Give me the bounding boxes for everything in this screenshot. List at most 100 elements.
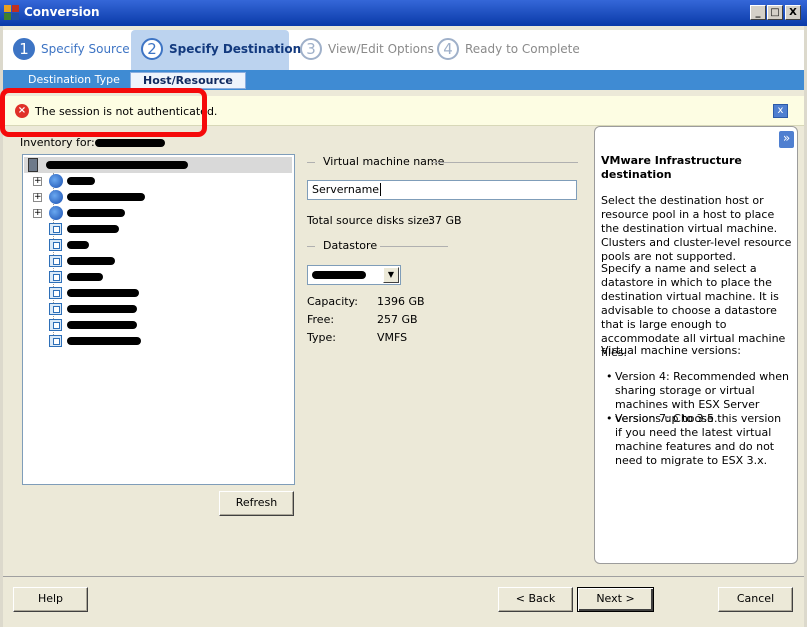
vm-name-section-title: Virtual machine name <box>323 155 445 168</box>
host-icon <box>49 174 63 188</box>
step-ready-to-complete[interactable]: 4 Ready to Complete <box>427 30 580 70</box>
tree-item-vm[interactable] <box>27 237 287 253</box>
vm-icon <box>49 239 62 251</box>
section-divider <box>432 162 578 163</box>
redacted-text <box>95 139 165 147</box>
chevron-down-icon[interactable]: ▼ <box>383 267 399 283</box>
inventory-tree[interactable]: + + + <box>22 154 295 485</box>
step-number-icon: 1 <box>13 38 35 60</box>
help-button[interactable]: Help <box>13 587 88 612</box>
step-label: Specify Source <box>41 42 130 56</box>
inventory-label-text: Inventory for: <box>20 136 95 149</box>
datastore-select[interactable]: ▼ <box>307 265 401 285</box>
title-bar: Conversion _ □ X <box>0 0 807 26</box>
minimize-button[interactable]: _ <box>750 5 766 20</box>
collapse-icon[interactable]: » <box>779 131 794 148</box>
step-specify-source[interactable]: 1 Specify Source <box>3 30 130 70</box>
step-specify-destination[interactable]: 2 Specify Destination <box>131 30 301 70</box>
tree-item-vm[interactable] <box>27 269 287 285</box>
redacted-text <box>46 161 188 169</box>
vm-icon <box>49 271 62 283</box>
expand-icon[interactable]: + <box>33 193 42 202</box>
datastore-section-title: Datastore <box>323 239 378 252</box>
maximize-button[interactable]: □ <box>767 5 783 20</box>
help-title: VMware Infrastructure destination <box>601 154 742 181</box>
server-icon <box>28 158 38 172</box>
vm-name-value: Servername <box>312 183 380 196</box>
host-icon <box>49 190 63 204</box>
sub-tab-bar: Destination Type Host/Resource <box>3 70 804 90</box>
step-view-edit-options[interactable]: 3 View/Edit Options <box>290 30 434 70</box>
tree-item-vm[interactable] <box>27 221 287 237</box>
tree-item-vm[interactable] <box>27 301 287 317</box>
expand-icon[interactable]: + <box>33 177 42 186</box>
redacted-text <box>312 271 366 279</box>
tree-item-vm[interactable] <box>27 285 287 301</box>
window-title: Conversion <box>24 5 100 19</box>
free-label: Free: <box>307 313 335 326</box>
type-value: VMFS <box>377 331 408 344</box>
section-divider <box>307 246 315 247</box>
redacted-text <box>67 209 125 217</box>
vm-icon <box>49 287 62 299</box>
back-button[interactable]: < Back <box>498 587 573 612</box>
disk-size-value: 37 GB <box>428 214 462 227</box>
type-label: Type: <box>307 331 336 344</box>
step-number-icon: 2 <box>141 38 163 60</box>
redacted-text <box>67 273 103 281</box>
inventory-label: Inventory for: <box>20 136 95 149</box>
redacted-text <box>67 193 145 201</box>
tree-item-vm[interactable] <box>27 333 287 349</box>
tree-item-vm[interactable] <box>27 253 287 269</box>
step-label: Ready to Complete <box>465 42 580 56</box>
tree-item-host[interactable]: + <box>27 189 287 205</box>
highlight-annotation <box>0 88 207 137</box>
redacted-text <box>67 337 141 345</box>
expand-icon[interactable]: + <box>33 209 42 218</box>
capacity-label: Capacity: <box>307 295 358 308</box>
redacted-text <box>67 225 119 233</box>
help-bullet-text: Version 7: Choose this version if you ne… <box>615 412 782 467</box>
step-label: View/Edit Options <box>328 42 434 56</box>
vm-name-input[interactable]: Servername <box>307 180 577 200</box>
vm-icon <box>49 319 62 331</box>
redacted-text <box>67 177 95 185</box>
wizard-steps: 1 Specify Source 2 Specify Destination 3… <box>3 30 804 70</box>
section-divider <box>380 246 448 247</box>
step-number-icon: 3 <box>300 38 322 60</box>
tree-item-vm[interactable] <box>27 317 287 333</box>
next-button[interactable]: Next > <box>577 587 654 612</box>
redacted-text <box>67 321 137 329</box>
close-icon[interactable]: x <box>773 104 788 118</box>
bullet-icon: • <box>606 412 613 425</box>
refresh-button[interactable]: Refresh <box>219 491 294 516</box>
help-versions-title: Virtual machine versions: <box>601 344 741 357</box>
host-icon <box>49 206 63 220</box>
section-divider <box>307 162 315 163</box>
vm-icon <box>49 303 62 315</box>
step-number-icon: 4 <box>437 38 459 60</box>
vm-icon <box>49 335 62 347</box>
tree-item-host[interactable]: + <box>27 205 287 221</box>
free-value: 257 GB <box>377 313 418 326</box>
help-paragraph: Select the destination host or resource … <box>601 194 792 263</box>
tab-destination-type[interactable]: Destination Type <box>16 72 132 89</box>
footer-divider <box>3 576 804 577</box>
redacted-text <box>67 305 137 313</box>
cancel-button[interactable]: Cancel <box>718 587 793 612</box>
bullet-icon: • <box>606 370 613 383</box>
redacted-text <box>67 289 139 297</box>
app-icon <box>4 5 20 21</box>
vm-icon <box>49 255 62 267</box>
redacted-text <box>67 257 115 265</box>
vm-icon <box>49 223 62 235</box>
capacity-value: 1396 GB <box>377 295 425 308</box>
tree-root[interactable] <box>24 157 292 173</box>
help-bullet: • Version 7: Choose this version if you … <box>606 412 791 468</box>
redacted-text <box>67 241 89 249</box>
tab-host-resource[interactable]: Host/Resource <box>130 72 246 89</box>
step-label: Specify Destination <box>169 42 302 56</box>
tree-item-host[interactable]: + <box>27 173 287 189</box>
disk-size-label: Total source disks size: <box>307 214 433 227</box>
close-window-button[interactable]: X <box>785 5 801 20</box>
